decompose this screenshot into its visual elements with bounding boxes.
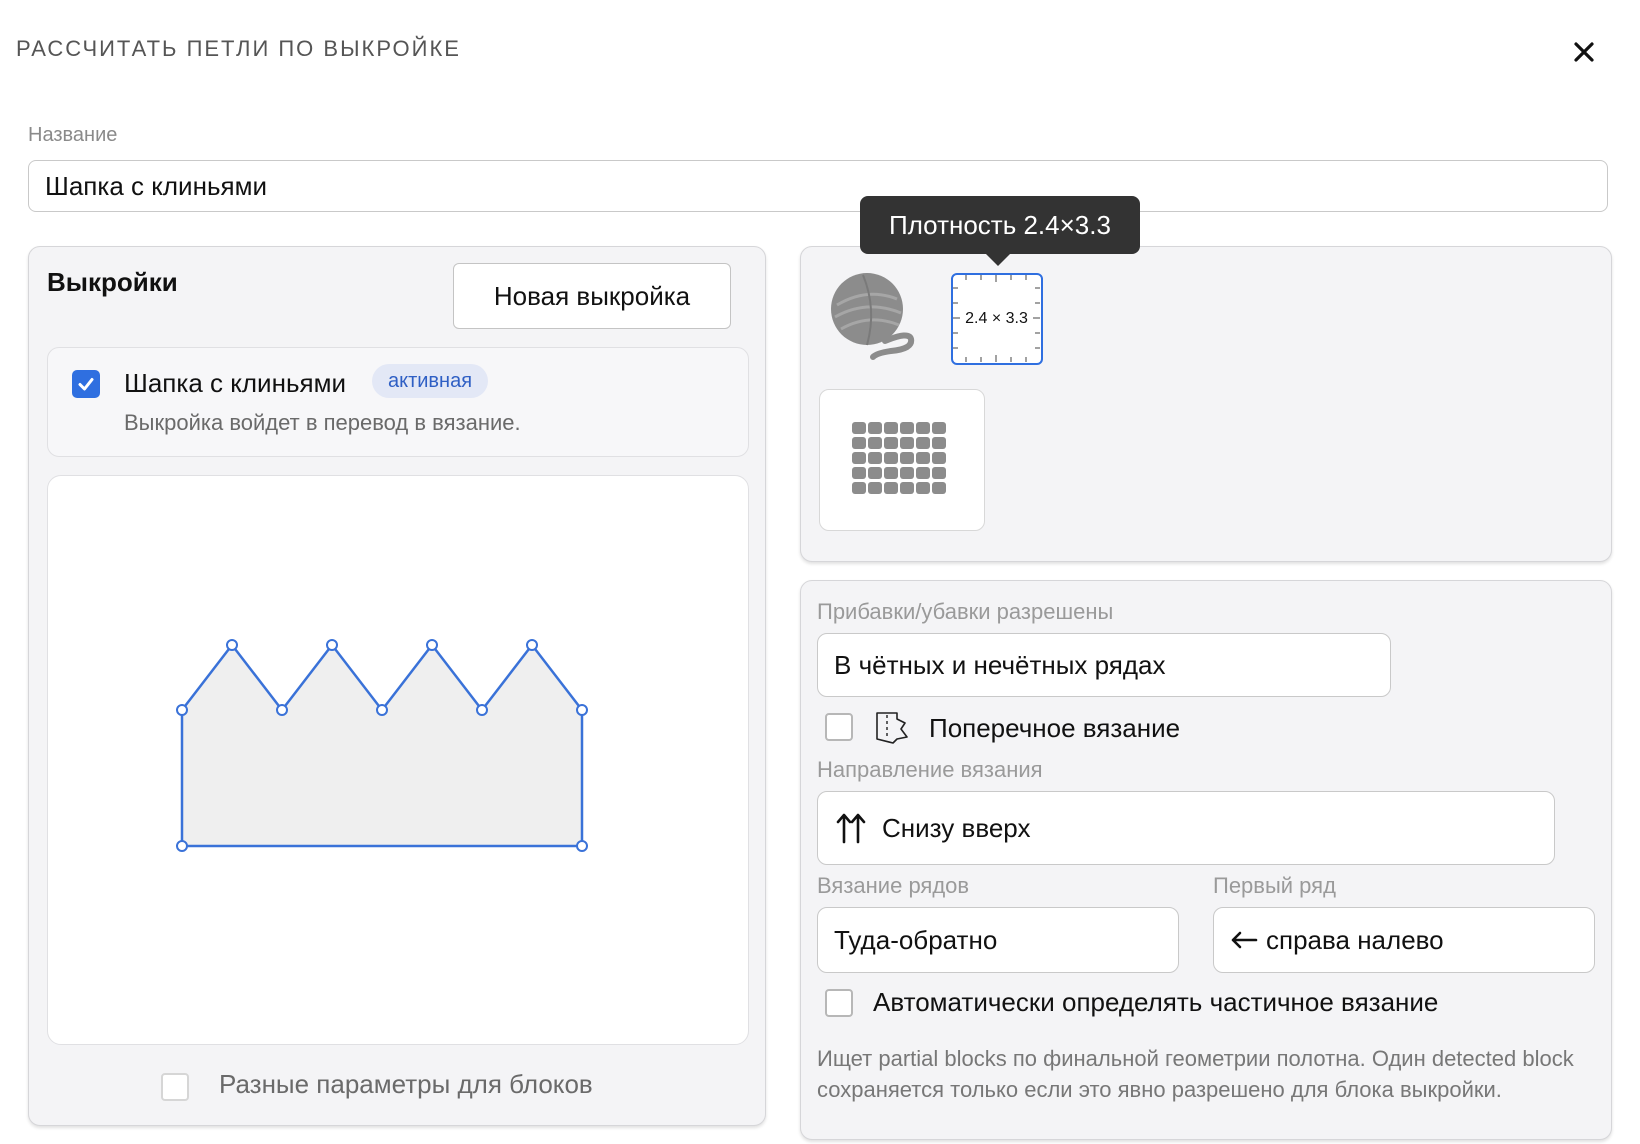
patterns-title: Выкройки bbox=[47, 267, 178, 297]
check-icon bbox=[78, 378, 94, 391]
status-badge: активная bbox=[372, 364, 489, 398]
transverse-checkbox[interactable] bbox=[825, 713, 853, 741]
stitch-cell bbox=[900, 422, 914, 434]
pattern-item[interactable]: Шапка с клиньями активная Выкройка войде… bbox=[47, 347, 749, 457]
shape-vertex[interactable] bbox=[476, 704, 488, 716]
stitch-cell bbox=[868, 437, 882, 449]
stitch-cell bbox=[868, 452, 882, 464]
stitch-cell bbox=[884, 467, 898, 479]
name-input[interactable] bbox=[28, 160, 1608, 212]
new-pattern-button[interactable]: Новая выкройка bbox=[453, 263, 731, 329]
shape-vertex[interactable] bbox=[376, 704, 388, 716]
pattern-shape[interactable] bbox=[180, 643, 584, 848]
first-row-label: Первый ряд bbox=[1213, 873, 1336, 898]
stitch-cell bbox=[884, 422, 898, 434]
yarn-panel: 2.4 × 3.3 bbox=[800, 246, 1612, 562]
yarn-tile[interactable] bbox=[827, 269, 923, 365]
patterns-panel: Выкройки Новая выкройка Шапка с клиньями… bbox=[28, 246, 766, 1126]
stitch-cell bbox=[916, 467, 930, 479]
stitch-cell bbox=[868, 422, 882, 434]
first-row-value: справа налево bbox=[1266, 924, 1444, 955]
direction-value: Снизу вверх bbox=[882, 812, 1031, 843]
stitch-cell bbox=[852, 482, 866, 494]
density-tooltip: Плотность 2.4×3.3 bbox=[860, 196, 1140, 266]
rows-label: Вязание рядов bbox=[817, 873, 970, 898]
stitch-cell bbox=[932, 467, 946, 479]
transverse-label: Поперечное вязание bbox=[929, 713, 1181, 743]
stitch-cell bbox=[900, 467, 914, 479]
stitch-cell bbox=[884, 452, 898, 464]
shape-vertex[interactable] bbox=[176, 840, 188, 852]
stitch-cell bbox=[868, 467, 882, 479]
shape-vertex[interactable] bbox=[326, 639, 338, 651]
stitch-cell bbox=[852, 422, 866, 434]
increases-value: В чётных и нечётных рядах bbox=[834, 649, 1166, 680]
shape-vertex[interactable] bbox=[276, 704, 288, 716]
stitch-cell bbox=[916, 422, 930, 434]
different-params-checkbox[interactable] bbox=[161, 1073, 189, 1101]
stitch-cell bbox=[900, 437, 914, 449]
direction-label: Направление вязания bbox=[817, 757, 1043, 782]
close-icon bbox=[1574, 42, 1594, 62]
shape-vertex[interactable] bbox=[576, 704, 588, 716]
stitch-cell bbox=[916, 437, 930, 449]
stitch-cell bbox=[916, 482, 930, 494]
shape-vertex[interactable] bbox=[176, 704, 188, 716]
auto-partial-checkbox[interactable] bbox=[825, 989, 853, 1017]
different-params-label: Разные параметры для блоков bbox=[219, 1069, 593, 1099]
shape-vertex[interactable] bbox=[526, 639, 538, 651]
pattern-name: Шапка с клиньями bbox=[124, 368, 346, 398]
stitches-tile[interactable] bbox=[819, 389, 985, 531]
stitch-cell bbox=[932, 482, 946, 494]
first-row-select[interactable]: справа налево bbox=[1213, 907, 1595, 973]
auto-partial-help: Ищет partial blocks по финальной геометр… bbox=[817, 1046, 1574, 1102]
density-label: 2.4 × 3.3 bbox=[965, 309, 1028, 327]
stitch-cell bbox=[852, 437, 866, 449]
stitch-cell bbox=[900, 452, 914, 464]
density-tile[interactable]: 2.4 × 3.3 bbox=[951, 273, 1043, 365]
stitch-cell bbox=[868, 482, 882, 494]
pattern-shape-svg bbox=[176, 639, 588, 852]
stitch-cell bbox=[852, 467, 866, 479]
name-label: Название bbox=[28, 124, 118, 146]
yarn-ball-icon bbox=[831, 273, 915, 360]
shape-vertex[interactable] bbox=[426, 639, 438, 651]
settings-panel: Прибавки/убавки разрешены В чётных и неч… bbox=[800, 580, 1612, 1140]
pattern-description: Выкройка войдет в перевод в вязание. bbox=[124, 410, 521, 435]
direction-select[interactable]: Снизу вверх bbox=[817, 791, 1555, 865]
increases-select[interactable]: В чётных и нечётных рядах bbox=[817, 633, 1391, 697]
rows-select[interactable]: Туда-обратно bbox=[817, 907, 1179, 973]
stitch-cell bbox=[932, 422, 946, 434]
stitch-cell bbox=[884, 437, 898, 449]
close-button[interactable] bbox=[1568, 36, 1600, 68]
shape-vertex[interactable] bbox=[226, 639, 238, 651]
rows-value: Туда-обратно bbox=[834, 924, 998, 955]
stitch-cell bbox=[916, 452, 930, 464]
shape-vertex[interactable] bbox=[576, 840, 588, 852]
increases-label: Прибавки/убавки разрешены bbox=[817, 599, 1114, 624]
stitch-cell bbox=[884, 482, 898, 494]
auto-partial-label: Автоматически определять частичное вязан… bbox=[873, 987, 1439, 1017]
dialog-title: РАССЧИТАТЬ ПЕТЛИ ПО ВЫКРОЙКЕ bbox=[16, 36, 461, 61]
transverse-knitting-icon bbox=[876, 712, 908, 744]
arrows-up-icon bbox=[836, 813, 866, 844]
stitch-cell bbox=[852, 452, 866, 464]
pattern-checkbox[interactable] bbox=[72, 370, 100, 398]
stitch-cell bbox=[900, 482, 914, 494]
arrow-left-icon bbox=[1231, 931, 1258, 949]
pattern-canvas[interactable] bbox=[47, 475, 749, 1045]
stitch-cell bbox=[932, 437, 946, 449]
stitch-grid-icon bbox=[852, 422, 946, 494]
stitch-cell bbox=[932, 452, 946, 464]
